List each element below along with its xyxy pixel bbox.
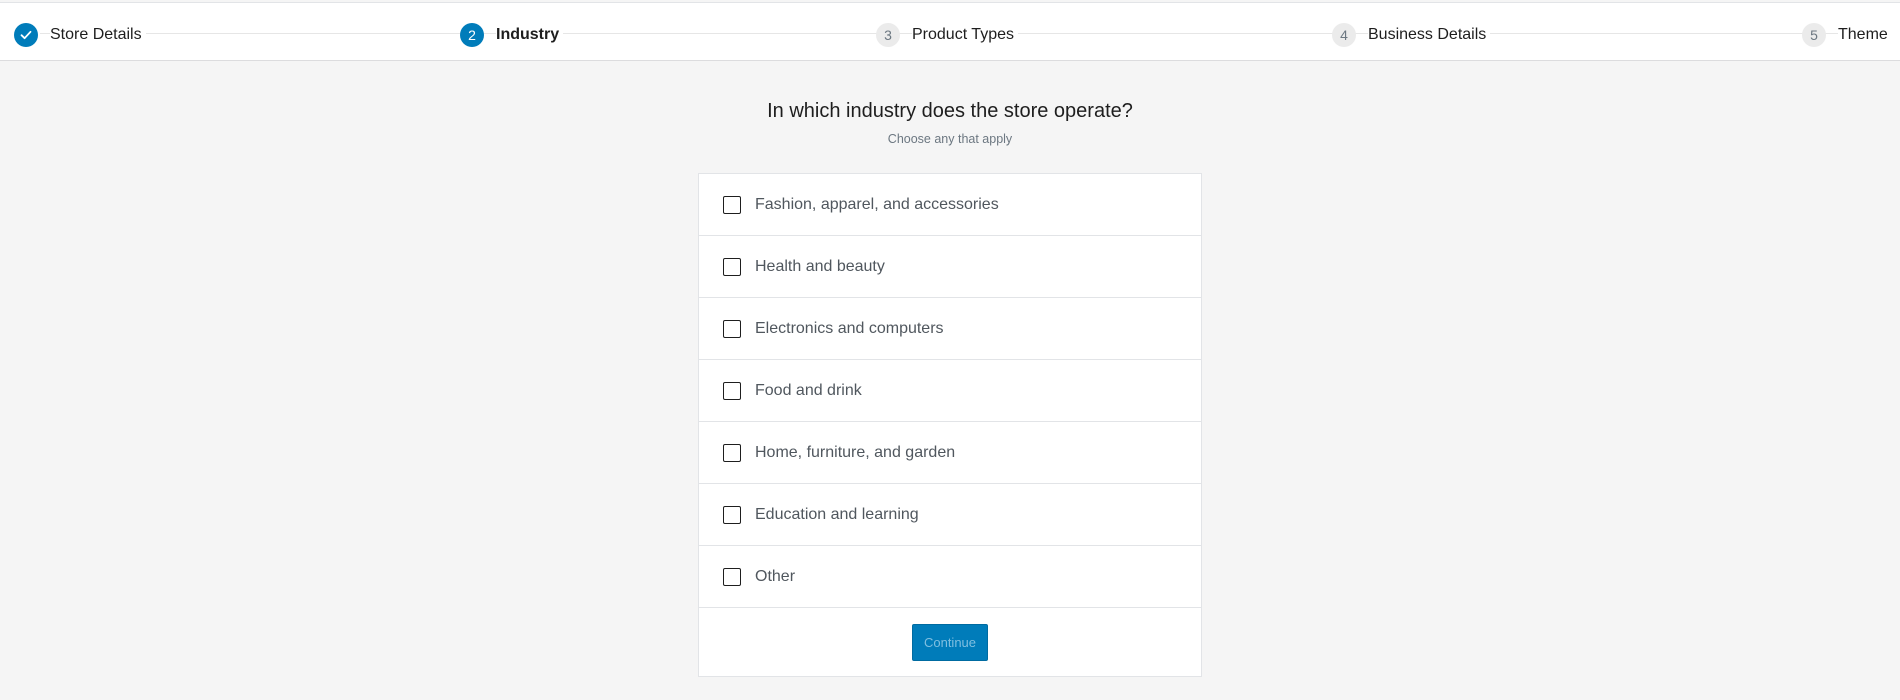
option-health-beauty[interactable]: Health and beauty xyxy=(699,236,1201,298)
option-food-drink[interactable]: Food and drink xyxy=(699,360,1201,422)
checkbox[interactable] xyxy=(723,381,741,400)
option-fashion[interactable]: Fashion, apparel, and accessories xyxy=(699,174,1201,236)
option-label: Home, furniture, and garden xyxy=(755,443,956,461)
step-store-details[interactable]: Store Details xyxy=(14,22,146,48)
option-label: Food and drink xyxy=(755,381,862,399)
step-business-details[interactable]: 4 Business Details xyxy=(1332,22,1491,48)
step-label: Product Types xyxy=(912,26,1018,44)
step-theme[interactable]: 5 Theme xyxy=(1802,22,1892,48)
option-electronics[interactable]: Electronics and computers xyxy=(699,298,1201,360)
checkbox[interactable] xyxy=(723,257,741,276)
step-label: Store Details xyxy=(50,26,146,44)
option-other[interactable]: Other xyxy=(699,546,1201,608)
step-number: 4 xyxy=(1332,23,1356,47)
checkbox[interactable] xyxy=(723,443,741,462)
checkbox[interactable] xyxy=(723,567,741,586)
setup-stepper: Store Details 2 Industry 3 Product Types… xyxy=(0,2,1900,61)
step-product-types[interactable]: 3 Product Types xyxy=(876,22,1018,48)
option-education[interactable]: Education and learning xyxy=(699,484,1201,546)
step-industry[interactable]: 2 Industry xyxy=(460,22,564,48)
step-label: Theme xyxy=(1838,26,1892,44)
option-label: Health and beauty xyxy=(755,257,885,275)
option-label: Education and learning xyxy=(755,505,919,523)
option-label: Other xyxy=(755,567,796,585)
question-title: In which industry does the store operate… xyxy=(767,100,1133,122)
checkbox[interactable] xyxy=(723,319,741,338)
step-label: Industry xyxy=(496,26,564,44)
step-number: 5 xyxy=(1802,23,1826,47)
option-home-furniture[interactable]: Home, furniture, and garden xyxy=(699,422,1201,484)
step-number: 2 xyxy=(460,23,484,47)
continue-button[interactable]: Continue xyxy=(912,623,988,661)
checkbox[interactable] xyxy=(723,505,741,524)
card-footer: Continue xyxy=(699,608,1201,676)
checkbox[interactable] xyxy=(723,195,741,214)
option-label: Fashion, apparel, and accessories xyxy=(755,195,999,213)
step-label: Business Details xyxy=(1368,26,1491,44)
step-number: 3 xyxy=(876,23,900,47)
question-subtitle: Choose any that apply xyxy=(887,132,1013,146)
check-icon xyxy=(14,23,38,47)
industry-options-card: Fashion, apparel, and accessories Health… xyxy=(698,173,1202,677)
option-label: Electronics and computers xyxy=(755,319,944,337)
